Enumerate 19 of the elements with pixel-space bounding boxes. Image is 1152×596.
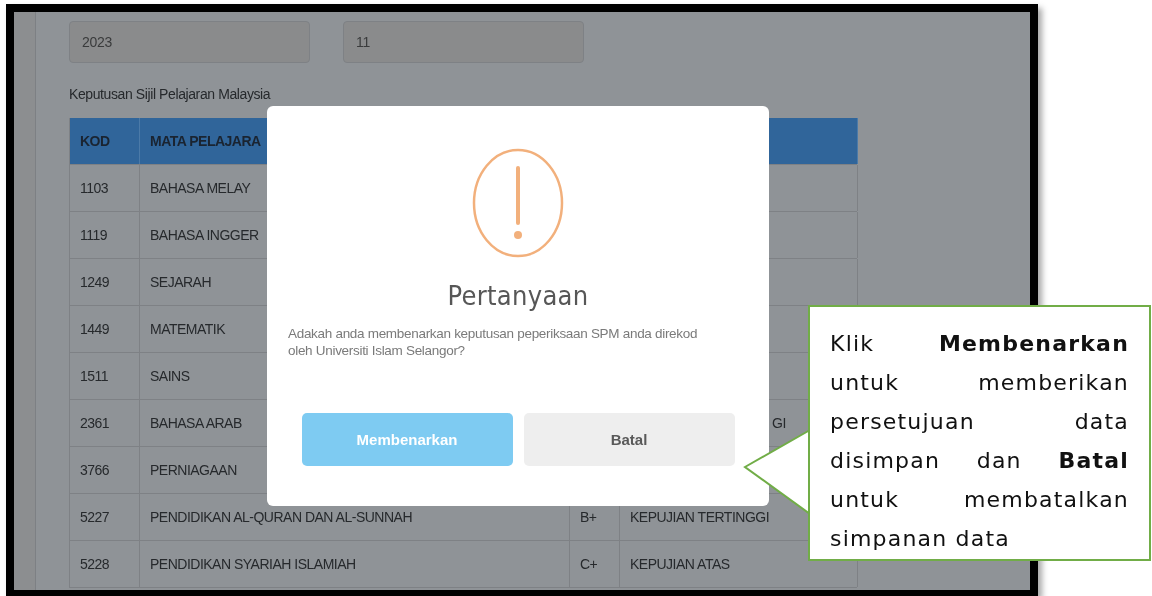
table-cell: GI	[772, 415, 786, 431]
input-field[interactable]: 11	[343, 21, 584, 63]
warning-icon	[472, 148, 564, 258]
column-header: KOD	[70, 118, 140, 164]
table-cell: 1249	[70, 259, 140, 305]
table-cell: C+	[570, 541, 620, 587]
table-cell: 5228	[70, 541, 140, 587]
cancel-button[interactable]: Batal	[523, 413, 735, 466]
table-cell: 1103	[70, 165, 140, 211]
table-cell: 1449	[70, 306, 140, 352]
table-cell: 3766	[70, 447, 140, 493]
section-label: Keputusan Sijil Pelajaran Malaysia	[69, 86, 272, 102]
table-cell: 5227	[70, 494, 140, 540]
confirm-button[interactable]: Membenarkan	[301, 413, 513, 466]
table-cell: 1511	[70, 353, 140, 399]
table-cell: PENDIDIKAN SYARIAH ISLAMIAH	[140, 541, 570, 587]
input-field[interactable]: 2023	[69, 21, 310, 63]
table-cell: 1119	[70, 212, 140, 258]
table-cell: 2361	[70, 400, 140, 446]
